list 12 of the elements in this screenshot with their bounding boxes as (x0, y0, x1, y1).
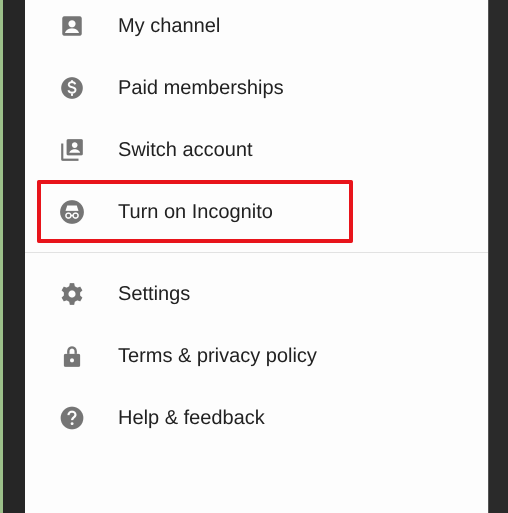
menu-item[interactable]: Help & feedback (118, 403, 265, 433)
incognito-icon (59, 199, 85, 225)
help-icon (59, 405, 85, 431)
settings-icon (59, 281, 85, 307)
menu-item[interactable]: Settings (118, 279, 190, 309)
menu-item[interactable]: Switch account (118, 135, 253, 165)
accounts-icon (59, 137, 85, 163)
menu-item[interactable]: My channel (118, 11, 220, 41)
menu-item[interactable]: Turn on Incognito (118, 197, 273, 227)
dollar-icon (59, 75, 85, 101)
menu-item[interactable]: Terms & privacy policy (118, 341, 317, 371)
menu-item[interactable]: Paid memberships (118, 73, 284, 103)
